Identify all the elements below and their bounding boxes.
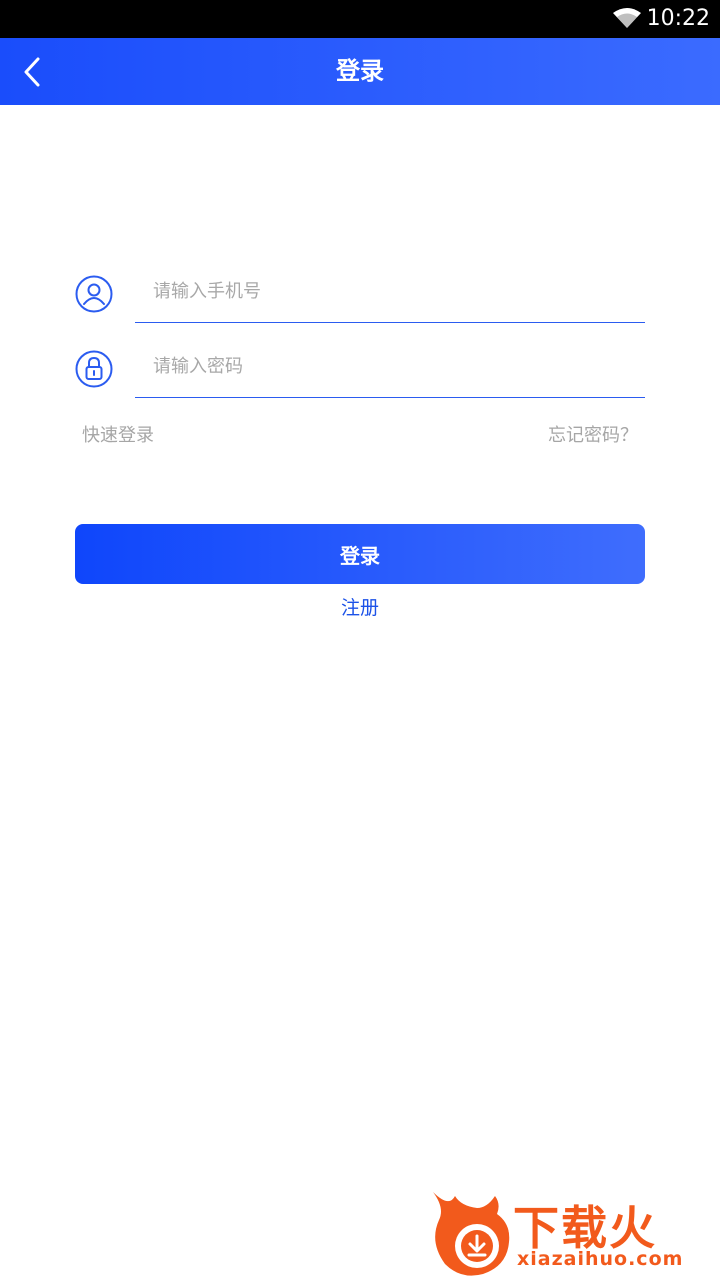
status-time: 10:22	[646, 6, 710, 31]
login-button[interactable]: 登录	[75, 524, 645, 584]
page-title: 登录	[336, 57, 384, 85]
register-link[interactable]: 注册	[0, 593, 720, 623]
lock-icon	[75, 350, 113, 388]
user-icon	[75, 275, 113, 313]
forgot-password-link[interactable]: 忘记密码？	[548, 422, 638, 450]
wifi-icon	[613, 8, 641, 28]
status-bar: 10:22	[0, 0, 720, 38]
phone-field	[75, 261, 645, 335]
password-input[interactable]	[135, 336, 645, 398]
phone-input[interactable]	[135, 261, 645, 323]
app-bar: 登录	[0, 38, 720, 105]
watermark-domain: xiazaihuo.com	[517, 1248, 684, 1270]
watermark-logo: 下载火 xiazaihuo.com	[425, 1186, 720, 1280]
password-field	[75, 336, 645, 410]
login-options-row: 快速登录 忘记密码？	[82, 422, 638, 450]
flame-download-icon	[433, 1192, 510, 1276]
quick-login-link[interactable]: 快速登录	[82, 422, 154, 450]
